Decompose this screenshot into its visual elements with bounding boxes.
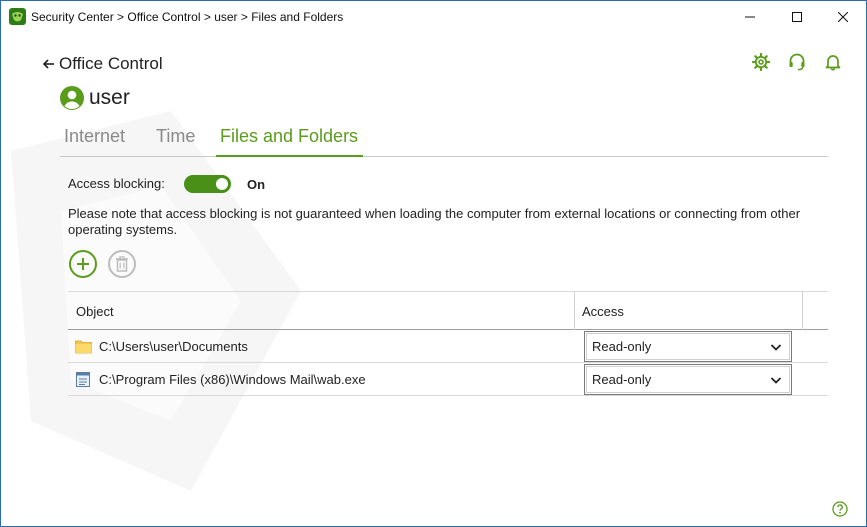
- toggle-state-label: On: [247, 177, 266, 192]
- access-select[interactable]: Read-only: [584, 331, 792, 362]
- chevron-down-icon: [770, 377, 782, 384]
- tab-bar: Internet Time Files and Folders: [60, 126, 828, 157]
- dr-web-app-icon: [9, 8, 26, 25]
- add-object-button[interactable]: [69, 250, 97, 278]
- close-button[interactable]: [820, 1, 866, 32]
- folder-icon: [75, 340, 92, 354]
- column-divider: [802, 292, 803, 330]
- table-header: Object Access: [68, 291, 828, 330]
- minimize-icon: [745, 16, 755, 17]
- page-title: Office Control: [59, 54, 163, 73]
- file-icon: [76, 372, 90, 387]
- maximize-button[interactable]: [774, 1, 820, 32]
- breadcrumb: Security Center > Office Control > user …: [31, 10, 344, 24]
- username: user: [89, 86, 130, 109]
- delete-object-button[interactable]: [108, 250, 136, 278]
- access-select-value: Read-only: [592, 339, 652, 354]
- title-bar: Security Center > Office Control > user …: [1, 1, 866, 32]
- access-select-value: Read-only: [592, 372, 652, 387]
- gear-icon[interactable]: [752, 53, 770, 71]
- access-blocking-note: Please note that access blocking is not …: [68, 206, 801, 237]
- column-divider: [574, 292, 575, 330]
- user-header: user: [60, 86, 130, 110]
- plus-icon: [77, 258, 89, 270]
- maximize-icon: [792, 11, 802, 22]
- access-select[interactable]: Read-only: [584, 364, 792, 395]
- toggle-knob: [216, 178, 228, 190]
- headset-icon[interactable]: [788, 53, 806, 71]
- tab-files-and-folders[interactable]: Files and Folders: [216, 126, 363, 157]
- objects-table: Object Access C:\Users\user\Documents Re…: [68, 291, 828, 396]
- column-header-object: Object: [76, 304, 114, 319]
- help-icon[interactable]: [832, 501, 848, 517]
- bell-icon[interactable]: [824, 53, 842, 71]
- object-path: C:\Program Files (x86)\Windows Mail\wab.…: [99, 372, 366, 387]
- close-icon: [838, 11, 848, 22]
- table-row[interactable]: C:\Users\user\Documents Read-only: [68, 330, 828, 363]
- access-blocking-toggle[interactable]: [184, 175, 231, 193]
- tab-time[interactable]: Time: [156, 126, 195, 157]
- object-path: C:\Users\user\Documents: [99, 339, 248, 354]
- trash-icon: [116, 256, 128, 272]
- chevron-down-icon: [770, 344, 782, 351]
- column-header-access: Access: [582, 304, 624, 319]
- access-blocking-label: Access blocking:: [68, 176, 165, 191]
- back-button[interactable]: Office Control: [43, 54, 163, 74]
- back-arrow-icon: [43, 59, 54, 69]
- app-window: Security Center > Office Control > user …: [0, 0, 867, 527]
- user-avatar-icon: [60, 86, 84, 110]
- minimize-button[interactable]: [727, 1, 773, 32]
- table-row[interactable]: C:\Program Files (x86)\Windows Mail\wab.…: [68, 363, 828, 396]
- tab-internet[interactable]: Internet: [64, 126, 125, 157]
